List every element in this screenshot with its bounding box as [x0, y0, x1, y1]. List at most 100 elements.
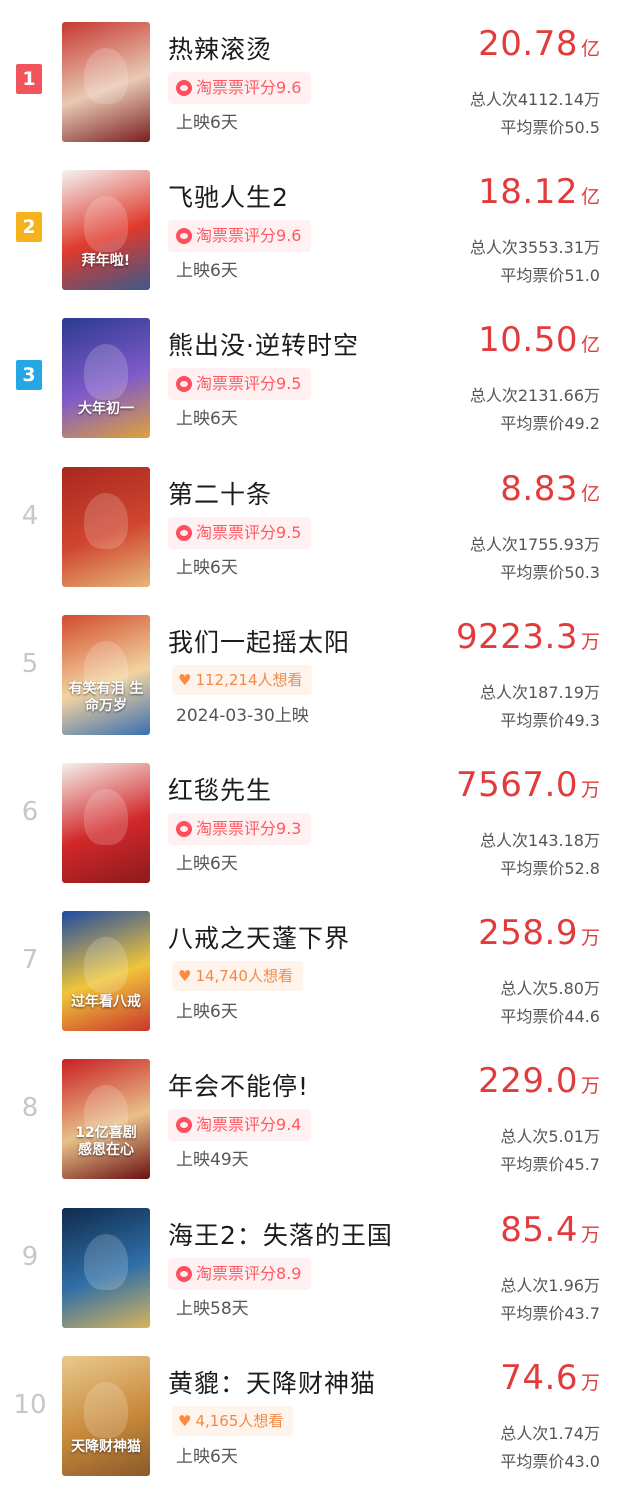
movie-title[interactable]: 黄貔：天降财神猫 [168, 1364, 376, 1400]
rank-number: 10 [13, 1389, 47, 1420]
rating-badge: 淘票票评分9.6 [168, 72, 312, 104]
box-office-unit: 万 [580, 1075, 600, 1098]
box-office-value: 8.83 [500, 468, 578, 509]
movie-poster[interactable] [62, 763, 150, 883]
movie-row[interactable]: 7 过年看八戒 八戒之天蓬下界 ♥ 14,740人想看 上映6天 258.9 万总人次5.80… [0, 889, 640, 1037]
rating-value: 8.9 [276, 1263, 302, 1283]
release-info: 上映6天 [176, 854, 238, 874]
movie-title[interactable]: 第二十条 [168, 475, 272, 511]
movie-title[interactable]: 热辣滚烫 [168, 30, 272, 66]
average-ticket-price: 平均票价49.3 [500, 710, 600, 730]
movie-title[interactable]: 飞驰人生2 [168, 178, 289, 214]
movie-row[interactable]: 10 天降财神猫 黄貔：天降财神猫 ♥ 4,165人想看 上映6天 74.6 万总人次1.74… [0, 1334, 640, 1482]
box-office-total: 10.50 亿 [478, 320, 600, 360]
box-office-total: 18.12 亿 [478, 172, 600, 212]
rating-label: 淘票票评分 [196, 78, 277, 97]
box-office-unit: 亿 [580, 38, 600, 60]
box-office-total: 20.78 亿 [478, 24, 600, 64]
heart-icon: ♥ [178, 670, 192, 689]
box-office-unit: 万 [580, 1223, 600, 1246]
total-admissions: 总人次143.18万 [480, 831, 600, 850]
box-office-unit: 亿 [580, 482, 600, 505]
taopiaopiao-logo-icon [176, 376, 192, 393]
heart-icon: ♥ [178, 967, 192, 986]
release-info: 上映58天 [176, 1298, 249, 1319]
rating-label: 淘票票评分 [196, 1115, 277, 1135]
movie-poster[interactable]: 大年初一 [62, 318, 150, 439]
movie-poster[interactable]: 拜年啦! [62, 170, 150, 291]
box-office-unit: 万 [580, 630, 600, 653]
poster-figure [84, 789, 128, 845]
total-admissions: 总人次187.19万 [480, 682, 600, 702]
rank-number: 9 [21, 1241, 39, 1272]
movie-row[interactable]: 8 12亿喜剧 感恩在心 年会不能停! 淘票票评分9.4 上映49天 229.0 万总人次5… [0, 1037, 640, 1185]
poster-caption: 有笑有泪 生命万岁 [68, 680, 144, 714]
average-ticket-price: 平均票价44.6 [500, 1007, 600, 1027]
movie-row[interactable]: 5 有笑有泪 生命万岁 我们一起摇太阳 ♥ 112,214人想看 2024-03-30上映… [0, 593, 640, 741]
poster-caption: 12亿喜剧 感恩在心 [75, 1125, 137, 1159]
poster-figure [84, 196, 128, 253]
movie-poster[interactable] [62, 466, 150, 587]
box-office-total: 9223.3 万 [456, 617, 600, 657]
rating-label: 淘票票评分 [196, 522, 277, 542]
rating-badge: 淘票票评分9.3 [168, 813, 312, 845]
movie-row[interactable]: 9 海王2：失落的王国 淘票票评分8.9 上映58天 85.4 万总人次1.96万 平均票价… [0, 1186, 640, 1334]
box-office-value: 229.0 [478, 1061, 578, 1102]
release-info: 上映6天 [176, 409, 238, 430]
average-ticket-price: 平均票价43.0 [500, 1451, 600, 1471]
rank-number: 8 [21, 1093, 39, 1124]
poster-figure [84, 48, 128, 104]
movie-poster[interactable] [62, 22, 150, 142]
movie-title[interactable]: 熊出没·逆转时空 [168, 326, 359, 362]
taopiaopiao-logo-icon [176, 821, 192, 837]
movie-row[interactable]: 2 拜年啦! 飞驰人生2 淘票票评分9.6 上映6天 18.12 亿总人次3553.31万平… [0, 148, 640, 296]
movie-title[interactable]: 海王2：失落的王国 [168, 1216, 393, 1252]
movie-title[interactable]: 年会不能停! [168, 1067, 309, 1103]
movie-row[interactable]: 6 红毯先生 淘票票评分9.3 上映6天 7567.0 万总人次143.18万 平均票价52… [0, 741, 640, 889]
box-office-total: 74.6 万 [500, 1358, 600, 1398]
release-info: 2024-03-30上映 [176, 705, 309, 726]
box-office-unit: 万 [580, 927, 600, 950]
movie-poster[interactable]: 天降财神猫 [62, 1355, 150, 1476]
movie-row[interactable]: 1 热辣滚烫 淘票票评分9.6 上映6天 20.78 亿总人次4112.14万 平均票价50… [0, 0, 640, 148]
box-office-unit: 亿 [580, 334, 600, 357]
rating-badge: 淘票票评分9.5 [168, 516, 312, 549]
movie-poster[interactable]: 有笑有泪 生命万岁 [62, 614, 150, 735]
rating-label: 淘票票评分 [196, 226, 277, 246]
poster-figure [84, 492, 128, 549]
box-office-value: 7567.0 [456, 765, 578, 805]
movie-title[interactable]: 我们一起摇太阳 [168, 623, 350, 659]
movie-poster[interactable] [62, 1207, 150, 1328]
release-info: 上映6天 [176, 113, 238, 133]
rating-badge: 淘票票评分9.6 [168, 220, 312, 253]
rank-number: 5 [21, 648, 39, 679]
taopiaopiao-logo-icon [176, 1117, 192, 1134]
box-office-unit: 亿 [580, 186, 600, 209]
poster-caption: 大年初一 [78, 401, 134, 418]
box-office-value: 9223.3 [456, 616, 578, 657]
poster-caption: 天降财神猫 [71, 1438, 141, 1455]
movie-title[interactable]: 红毯先生 [168, 771, 272, 807]
rating-badge: 淘票票评分9.4 [168, 1109, 312, 1142]
movie-row[interactable]: 3 大年初一 熊出没·逆转时空 淘票票评分9.5 上映6天 10.50 亿总人次2131.6… [0, 296, 640, 444]
box-office-value: 18.12 [478, 172, 578, 213]
total-admissions: 总人次4112.14万 [469, 90, 600, 109]
rating-value: 9.6 [276, 78, 302, 97]
total-admissions: 总人次5.80万 [500, 979, 600, 999]
box-office-total: 229.0 万 [478, 1061, 600, 1101]
box-office-value: 85.4 [500, 1209, 578, 1250]
movie-poster[interactable]: 12亿喜剧 感恩在心 [62, 1059, 150, 1180]
want-to-see-count: 4,165人想看 [195, 1411, 284, 1430]
movie-poster[interactable]: 过年看八戒 [62, 911, 150, 1032]
want-to-see-badge: ♥ 14,740人想看 [172, 961, 303, 992]
rating-value: 9.4 [276, 1115, 302, 1135]
release-info: 上映6天 [176, 1446, 238, 1467]
rating-label: 淘票票评分 [196, 819, 277, 838]
movie-title[interactable]: 八戒之天蓬下界 [168, 919, 350, 955]
rank-number: 7 [21, 945, 39, 976]
taopiaopiao-logo-icon [176, 228, 192, 245]
total-admissions: 总人次2131.66万 [469, 386, 600, 406]
movie-row[interactable]: 4 第二十条 淘票票评分9.5 上映6天 8.83 亿总人次1755.93万 平均票价50.… [0, 445, 640, 593]
poster-figure [84, 937, 128, 994]
box-office-unit: 万 [580, 779, 600, 801]
